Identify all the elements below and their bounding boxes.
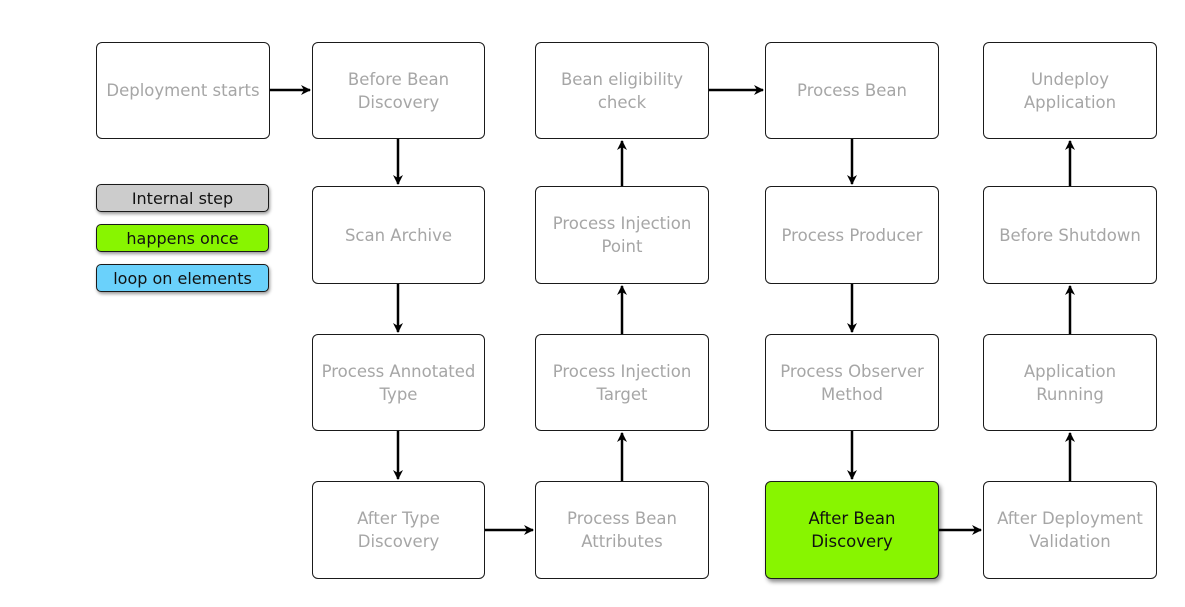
flow-arrows	[270, 85, 1075, 535]
